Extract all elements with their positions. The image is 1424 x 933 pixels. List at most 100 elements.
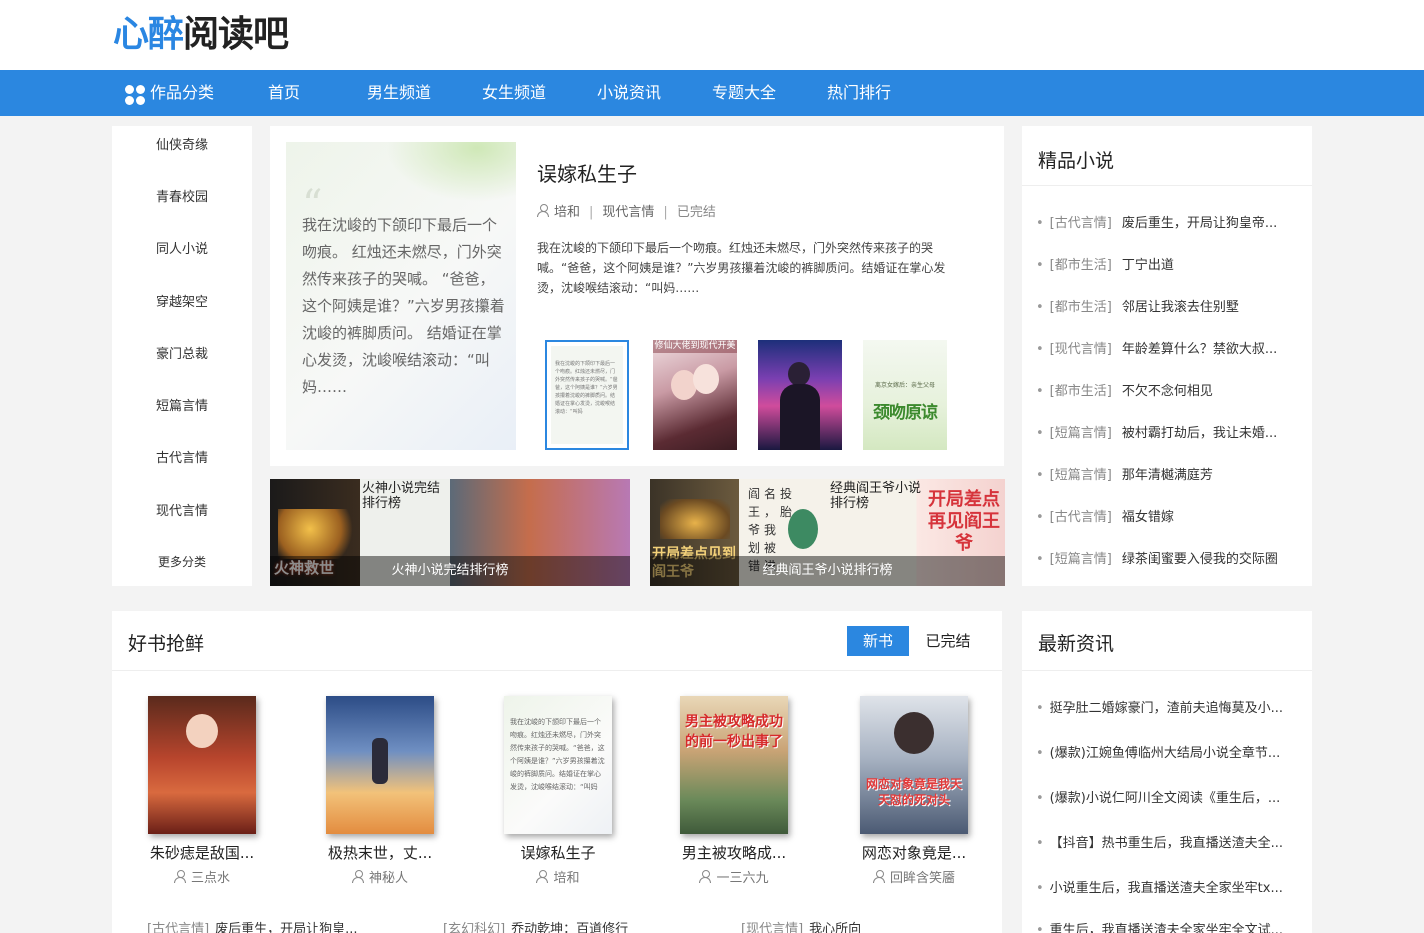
author-name[interactable]: 神秘人 — [369, 871, 408, 886]
featured-description: 我在沈峻的下颌印下最后一个吻痕。红烛还未燃尽，门外突然传来孩子的哭喊。“爸爸，这… — [537, 241, 946, 295]
book-card[interactable]: 男主被攻略成功的前一秒出事了 男主被攻略成... 一三六九 — [664, 696, 804, 886]
book-cover[interactable]: 男主被攻略成功的前一秒出事了 — [680, 696, 788, 834]
sidebar-item[interactable]: 古代言情 — [112, 447, 252, 466]
item-name[interactable]: 乔动乾坤：百道修行 — [511, 922, 628, 933]
item-name[interactable]: 我心所向 — [809, 922, 861, 933]
featured-title[interactable]: 误嫁私生子 — [537, 158, 637, 187]
item-name[interactable]: 那年清樾满庭芳 — [1122, 468, 1213, 483]
nav-news[interactable]: 小说资讯 — [597, 70, 661, 116]
author-name[interactable]: 回眸含笑靥 — [890, 871, 955, 886]
sidebar-item[interactable]: 青春校园 — [112, 186, 252, 205]
sidebar-item[interactable]: 短篇言情 — [112, 395, 252, 414]
sidebar-item[interactable]: 现代言情 — [112, 500, 252, 519]
news-link[interactable]: 挺孕肚二婚嫁豪门，渣前夫追悔莫及小... — [1050, 701, 1283, 716]
premium-item[interactable]: • [都市生活] 邻居让我滚去住别墅 — [1036, 296, 1239, 315]
news-link[interactable]: (爆款)小说仁阿川全文阅读《重生后，... — [1050, 791, 1281, 806]
item-name[interactable]: 绿茶闺蜜要入侵我的交际圈 — [1122, 552, 1278, 567]
featured-cover[interactable]: “ 我在沈峻的下颌印下最后一个吻痕。 红烛还未燃尽，门外突然传来孩子的哭喊。 “… — [286, 142, 516, 450]
author-name[interactable]: 培和 — [553, 871, 579, 886]
book-card[interactable]: 朱砂痣是敌国... 三点水 — [132, 696, 272, 886]
premium-item[interactable]: • [现代言情] 年龄差算什么？禁欲大叔... — [1036, 338, 1277, 357]
news-link[interactable]: 【抖音】热书重生后，我直播送渣夫全... — [1050, 836, 1283, 851]
banner-fire-god[interactable]: 火神救世 火神小说完结排行榜 火神小说完结排行榜 — [270, 479, 630, 586]
premium-item[interactable]: • [古代言情] 福女错嫁 — [1036, 506, 1174, 525]
item-name[interactable]: 年龄差算什么？禁欲大叔... — [1122, 342, 1277, 357]
item-tag[interactable]: [短篇言情] — [1050, 426, 1112, 441]
list-item[interactable]: [现代言情] 我心所向 — [741, 918, 861, 933]
item-tag[interactable]: [古代言情] — [147, 922, 209, 933]
book-card[interactable]: 网恋对象竟是我天天怼的死对头 网恋对象竟是... 回眸含笑靥 — [844, 696, 984, 886]
list-item[interactable]: [古代言情] 废后重生，开局让狗皇... — [147, 918, 358, 933]
premium-item[interactable]: • [都市生活] 丁宁出道 — [1036, 254, 1174, 273]
news-link[interactable]: (爆款)江婉鱼傅临州大结局小说全章节... — [1050, 746, 1281, 761]
book-cover[interactable] — [326, 696, 434, 834]
item-name[interactable]: 邻居让我滚去住别墅 — [1122, 300, 1239, 315]
book-cover[interactable]: 网恋对象竟是我天天怼的死对头 — [860, 696, 968, 834]
item-tag[interactable]: [现代言情] — [741, 922, 803, 933]
featured-thumb-3[interactable] — [758, 340, 842, 450]
item-name[interactable]: 被村霸打劫后，我让未婚... — [1122, 426, 1277, 441]
news-link[interactable]: 小说重生后，我直播送渣夫全家坐牢tx... — [1050, 881, 1283, 896]
featured-category[interactable]: 现代言情 — [602, 205, 654, 220]
banner-hell-king[interactable]: 开局差点见到阎王爷 阎名投 王，胎 爷我 划被 错进 经典阎王爷小说排行榜 开局… — [650, 479, 1005, 586]
item-tag[interactable]: [都市生活] — [1050, 384, 1112, 399]
featured-thumb-1[interactable]: 我在沈峻的下颌印下最后一个吻痕。红烛还未燃尽，门外突然传来孩子的哭喊。“爸爸，这… — [545, 340, 629, 450]
item-tag[interactable]: [古代言情] — [1050, 216, 1112, 231]
nav-home[interactable]: 首页 — [268, 70, 300, 116]
premium-item[interactable]: • [短篇言情] 那年清樾满庭芳 — [1036, 464, 1213, 483]
item-name[interactable]: 不欠不念何相见 — [1122, 384, 1213, 399]
tab-completed[interactable]: 已完结 — [918, 626, 978, 656]
item-name[interactable]: 丁宁出道 — [1122, 258, 1174, 273]
author-name[interactable]: 一三六九 — [716, 871, 768, 886]
sidebar-item[interactable]: 同人小说 — [112, 238, 252, 257]
author-name[interactable]: 三点水 — [191, 871, 230, 886]
site-logo[interactable]: 心醉阅读吧 — [113, 13, 289, 57]
item-name[interactable]: 福女错嫁 — [1122, 510, 1174, 525]
premium-item[interactable]: • [短篇言情] 绿茶闺蜜要入侵我的交际圈 — [1036, 548, 1278, 567]
tab-new-books[interactable]: 新书 — [847, 626, 909, 656]
nav-topics[interactable]: 专题大全 — [712, 70, 776, 116]
news-item[interactable]: • 【抖音】热书重生后，我直播送渣夫全... — [1036, 832, 1283, 851]
news-item[interactable]: • (爆款)小说仁阿川全文阅读《重生后，... — [1036, 787, 1280, 806]
sidebar-item[interactable]: 豪门总裁 — [112, 343, 252, 362]
featured-thumb-4[interactable]: 离京女嫁后：亲生父母 颈吻原谅 — [863, 340, 947, 450]
item-name[interactable]: 废后重生，开局让狗皇... — [215, 922, 357, 933]
book-title[interactable]: 男主被攻略成... — [664, 842, 804, 863]
item-tag[interactable]: [现代言情] — [1050, 342, 1112, 357]
featured-thumb-2[interactable]: 修仙大佬到现代开美 — [653, 340, 737, 450]
item-name[interactable]: 废后重生，开局让狗皇帝... — [1122, 216, 1277, 231]
item-tag[interactable]: [短篇言情] — [1050, 468, 1112, 483]
book-cover[interactable]: 我在沈峻的下颌印下最后一个吻痕。红烛还未燃尽，门外突然传来孩子的哭喊。“爸爸，这… — [504, 696, 612, 834]
news-item[interactable]: • 挺孕肚二婚嫁豪门，渣前夫追悔莫及小... — [1036, 697, 1283, 716]
book-title[interactable]: 网恋对象竟是... — [844, 842, 984, 863]
book-card[interactable]: 极热末世，丈... 神秘人 — [310, 696, 450, 886]
item-tag[interactable]: [玄幻科幻] — [443, 922, 505, 933]
featured-author[interactable]: 培和 — [554, 205, 580, 220]
book-cover[interactable] — [148, 696, 256, 834]
item-tag[interactable]: [古代言情] — [1050, 510, 1112, 525]
item-tag[interactable]: [短篇言情] — [1050, 552, 1112, 567]
sidebar-more[interactable]: 更多分类 — [112, 553, 252, 570]
sidebar-item[interactable]: 穿越架空 — [112, 291, 252, 310]
premium-item[interactable]: • [都市生活] 不欠不念何相见 — [1036, 380, 1213, 399]
news-item[interactable]: • 重生后，我直播送渣夫全家坐牢全文试... — [1036, 919, 1283, 933]
premium-item[interactable]: • [古代言情] 废后重生，开局让狗皇帝... — [1036, 212, 1277, 231]
nav-female[interactable]: 女生频道 — [482, 70, 546, 116]
book-title[interactable]: 极热末世，丈... — [310, 842, 450, 863]
news-item[interactable]: • 小说重生后，我直播送渣夫全家坐牢tx... — [1036, 877, 1283, 896]
meta-separator: | — [589, 205, 594, 220]
list-item[interactable]: [玄幻科幻] 乔动乾坤：百道修行 — [443, 918, 628, 933]
premium-item[interactable]: • [短篇言情] 被村霸打劫后，我让未婚... — [1036, 422, 1277, 441]
sidebar-item[interactable]: 仙侠奇缘 — [112, 134, 252, 153]
nav-category[interactable]: 作品分类 — [150, 70, 214, 116]
book-title[interactable]: 误嫁私生子 — [488, 842, 628, 863]
news-item[interactable]: • (爆款)江婉鱼傅临州大结局小说全章节... — [1036, 742, 1280, 761]
item-tag[interactable]: [都市生活] — [1050, 300, 1112, 315]
item-tag[interactable]: [都市生活] — [1050, 258, 1112, 273]
book-card[interactable]: 我在沈峻的下颌印下最后一个吻痕。红烛还未燃尽，门外突然传来孩子的哭喊。“爸爸，这… — [488, 696, 628, 886]
nav-male[interactable]: 男生频道 — [367, 70, 431, 116]
book-title[interactable]: 朱砂痣是敌国... — [132, 842, 272, 863]
nav-rank[interactable]: 热门排行 — [827, 70, 891, 116]
thumb2-title: 修仙大佬到现代开美 — [653, 340, 737, 353]
news-link[interactable]: 重生后，我直播送渣夫全家坐牢全文试... — [1050, 923, 1283, 933]
